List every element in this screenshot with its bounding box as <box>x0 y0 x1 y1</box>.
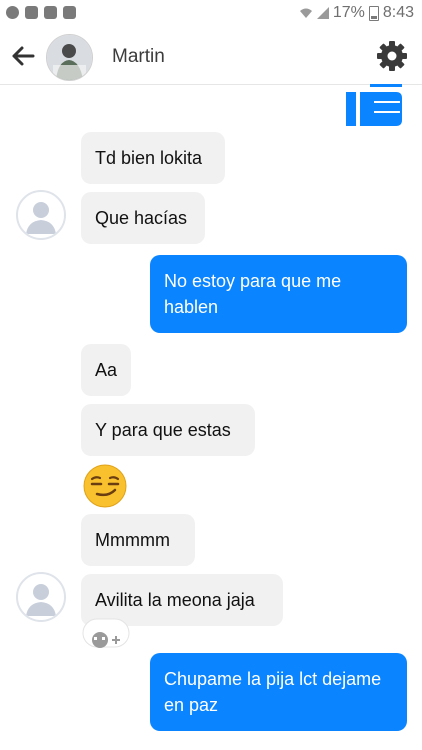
default-avatar-icon <box>26 584 56 616</box>
mail-icon <box>63 6 76 19</box>
smirk-emoji-icon[interactable] <box>82 463 128 509</box>
clock: 8:43 <box>382 4 414 21</box>
conversation-header: Martin <box>0 28 422 85</box>
contact-chat-avatar[interactable] <box>16 190 66 240</box>
thumbs-up-icon <box>346 84 402 126</box>
notification-app-icon <box>6 6 19 19</box>
gallery-icon <box>44 6 57 19</box>
message-bubble-incoming[interactable]: Td bien lokita <box>81 132 225 184</box>
instagram-icon <box>25 6 38 19</box>
contact-chat-avatar[interactable] <box>16 572 66 622</box>
message-bubble-incoming[interactable]: Y para que estas <box>81 404 255 456</box>
status-bar: 17% 8:43 <box>0 0 422 28</box>
contact-avatar[interactable] <box>46 34 93 81</box>
message-bubble-outgoing[interactable]: No estoy para que me hablen <box>150 255 407 333</box>
battery-percent: 17% <box>332 4 365 21</box>
signal-icon <box>316 7 329 19</box>
notification-icons <box>6 6 76 19</box>
contact-photo-icon <box>47 35 92 80</box>
battery-icon <box>368 5 379 21</box>
add-reaction-icon[interactable] <box>82 618 130 648</box>
contact-name[interactable]: Martin <box>112 46 165 68</box>
back-arrow-icon[interactable] <box>10 43 36 69</box>
message-bubble-outgoing[interactable]: Chupame la pija lct dejame en paz <box>150 653 407 731</box>
status-right: 17% 8:43 <box>299 4 414 22</box>
settings-gear-icon[interactable] <box>376 40 408 72</box>
message-bubble-incoming[interactable]: Aa <box>81 344 131 396</box>
wifi-icon <box>299 8 312 18</box>
default-avatar-icon <box>26 202 56 234</box>
message-bubble-incoming[interactable]: Que hacías <box>81 192 205 244</box>
message-bubble-incoming[interactable]: Mmmmm <box>81 514 195 566</box>
